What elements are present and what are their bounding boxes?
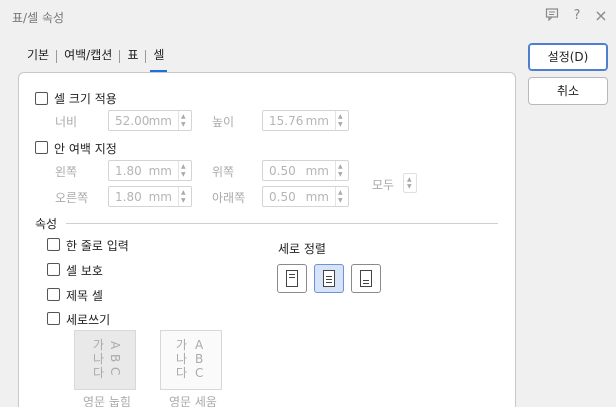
spinner-arrows[interactable]: ▲ ▼ xyxy=(335,111,348,130)
height-value: 15.76 xyxy=(269,114,304,128)
bottom-padding-spinner[interactable]: 0.50 mm ▲ ▼ xyxy=(262,186,349,207)
top-padding-unit: mm xyxy=(305,164,329,178)
right-padding-spinner[interactable]: 1.80 mm ▲ ▼ xyxy=(108,186,192,207)
comment-icon[interactable] xyxy=(543,7,561,25)
latin-upright-label: 영문 세움 xyxy=(169,395,217,407)
vertical-writing-label: 세로쓰기 xyxy=(66,313,111,327)
height-unit: mm xyxy=(305,114,329,128)
tab-divider xyxy=(56,50,58,63)
spinner-arrows[interactable]: ▲ ▼ xyxy=(335,161,348,180)
spinner-arrows[interactable]: ▲ ▼ xyxy=(178,161,191,180)
tab-bar: 기본 여백/캡션 표 셀 xyxy=(22,44,169,72)
hangul-sample: 다 xyxy=(176,366,187,380)
latin-sample: C xyxy=(195,366,203,380)
align-top-icon xyxy=(286,270,298,287)
top-padding-value: 0.50 xyxy=(269,164,296,178)
hangul-sample: 가 xyxy=(176,338,187,352)
width-unit: mm xyxy=(148,114,172,128)
align-bottom-icon xyxy=(360,270,372,287)
left-padding-label: 왼쪽 xyxy=(55,165,78,179)
right-padding-unit: mm xyxy=(148,190,172,204)
width-spinner[interactable]: 52.00 mm ▲ ▼ xyxy=(108,110,192,131)
latin-sample: A xyxy=(108,341,122,350)
close-icon[interactable]: × xyxy=(592,7,610,25)
align-center-button[interactable] xyxy=(314,264,344,293)
spinner-arrows[interactable]: ▲ ▼ xyxy=(404,174,416,192)
latin-sample: C xyxy=(108,367,122,375)
tab-divider xyxy=(145,50,147,63)
bottom-padding-value: 0.50 xyxy=(269,190,296,204)
latin-rotated-option[interactable]: 가 나 다 A B C xyxy=(74,330,136,390)
bottom-padding-label: 아래쪽 xyxy=(212,191,246,205)
tab-basic[interactable]: 기본 xyxy=(22,44,54,70)
right-padding-label: 오른쪽 xyxy=(55,191,89,205)
tab-cell[interactable]: 셀 xyxy=(148,44,169,72)
latin-sample: A xyxy=(195,338,204,352)
header-cell-checkbox[interactable] xyxy=(47,288,60,301)
padding-checkbox[interactable] xyxy=(35,141,48,154)
height-spinner[interactable]: 15.76 mm ▲ ▼ xyxy=(262,110,349,131)
ok-button[interactable]: 설정(D) xyxy=(528,43,608,71)
vertical-writing-checkbox[interactable] xyxy=(47,312,60,325)
tab-margin-caption[interactable]: 여백/캡션 xyxy=(59,44,117,70)
properties-section-label: 속성 xyxy=(35,217,58,231)
all-padding-label: 모두 xyxy=(372,178,395,192)
latin-upright-option[interactable]: 가 나 다 A B C xyxy=(160,330,222,390)
width-value: 52.00 xyxy=(115,114,150,128)
align-bottom-button[interactable] xyxy=(351,264,381,293)
section-divider xyxy=(66,223,498,224)
help-icon[interactable]: ? xyxy=(568,7,586,25)
latin-sample: B xyxy=(108,354,122,362)
latin-upright-icon: 가 나 다 A B C xyxy=(176,338,204,380)
padding-label: 안 여백 지정 xyxy=(54,142,117,156)
header-cell-label: 제목 셀 xyxy=(66,289,103,303)
spinner-arrows[interactable]: ▲ ▼ xyxy=(335,187,348,206)
left-padding-unit: mm xyxy=(148,164,172,178)
hangul-sample: 나 xyxy=(176,352,187,366)
height-label: 높이 xyxy=(212,115,235,129)
align-top-button[interactable] xyxy=(277,264,307,293)
hangul-sample: 가 xyxy=(93,338,104,352)
width-label: 너비 xyxy=(55,115,78,129)
protect-cell-checkbox[interactable] xyxy=(47,263,60,276)
bottom-padding-unit: mm xyxy=(305,190,329,204)
align-center-icon xyxy=(323,270,335,287)
spinner-arrows[interactable]: ▲ ▼ xyxy=(178,111,191,130)
single-line-label: 한 줄로 입력 xyxy=(66,239,129,253)
tab-table[interactable]: 표 xyxy=(122,44,143,70)
cancel-button[interactable]: 취소 xyxy=(528,77,608,105)
spinner-arrows[interactable]: ▲ ▼ xyxy=(178,187,191,206)
latin-rotated-label: 영문 눕힘 xyxy=(83,395,131,407)
protect-cell-label: 셀 보호 xyxy=(66,264,103,278)
top-padding-label: 위쪽 xyxy=(212,165,235,179)
all-padding-spinner[interactable]: ▲ ▼ xyxy=(403,173,417,193)
latin-sample: B xyxy=(195,352,203,366)
top-padding-spinner[interactable]: 0.50 mm ▲ ▼ xyxy=(262,160,349,181)
tab-divider xyxy=(119,50,121,63)
title-bar: 표/셀 속성 ? × xyxy=(0,0,616,34)
hangul-sample: 나 xyxy=(93,352,104,366)
hangul-sample: 다 xyxy=(93,366,104,380)
single-line-checkbox[interactable] xyxy=(47,238,60,251)
cell-size-checkbox[interactable] xyxy=(35,92,48,105)
latin-rotated-icon: 가 나 다 A B C xyxy=(93,338,122,380)
left-padding-value: 1.80 xyxy=(115,164,142,178)
vertical-align-label: 세로 정렬 xyxy=(278,242,326,256)
left-padding-spinner[interactable]: 1.80 mm ▲ ▼ xyxy=(108,160,192,181)
window-title: 표/셀 속성 xyxy=(12,11,65,25)
cell-size-label: 셀 크기 적용 xyxy=(54,92,117,106)
right-padding-value: 1.80 xyxy=(115,190,142,204)
